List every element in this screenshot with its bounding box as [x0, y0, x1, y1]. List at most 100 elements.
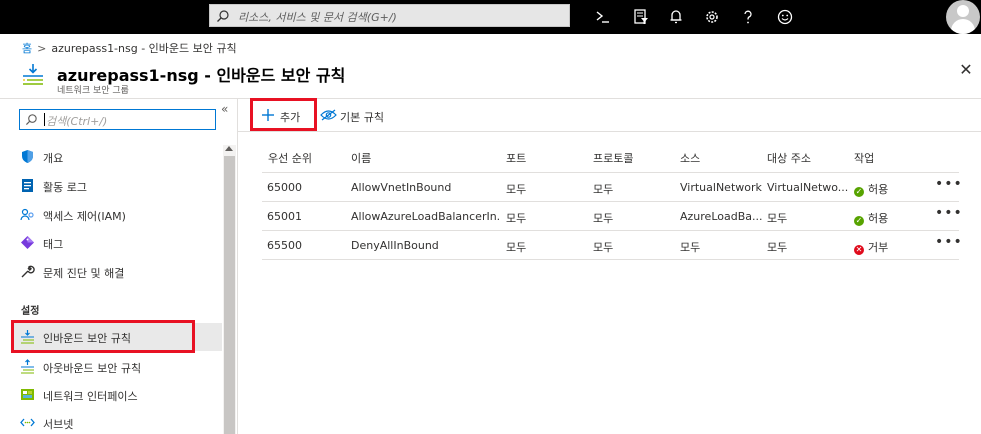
cell-port: 모두: [506, 241, 527, 254]
sidebar-section-settings: 설정: [21, 306, 40, 317]
table-row[interactable]: 65500 DenyAllInBound 모두 모두 모두 모두 ✕ 거부 •••: [262, 231, 962, 260]
breadcrumb-home[interactable]: 홈: [22, 42, 32, 55]
sidebar-item-tags[interactable]: 태그: [12, 229, 222, 257]
close-icon[interactable]: ✕: [958, 62, 974, 78]
text-caret: [44, 113, 45, 126]
search-icon: [25, 114, 37, 126]
network-interface-icon: [21, 389, 34, 400]
cell-priority: 65500: [267, 239, 302, 252]
table-row[interactable]: 65001 AllowAzureLoadBalancerIn... 모두 모두 …: [262, 202, 962, 231]
column-header-priority[interactable]: 우선 순위: [268, 150, 312, 166]
check-icon: ✓: [854, 216, 864, 226]
sidebar-search-input[interactable]: 검색(Ctrl+/): [19, 109, 216, 130]
notifications-icon[interactable]: [666, 7, 686, 27]
cell-priority: 65000: [267, 181, 302, 194]
cell-protocol: 모두: [593, 183, 614, 196]
cell-destination: VirtualNetwo...: [767, 181, 849, 194]
sidebar-item-activity-log[interactable]: 활동 로그: [12, 172, 222, 200]
settings-icon[interactable]: [702, 7, 722, 27]
hide-icon: [320, 109, 337, 121]
cell-destination: 모두: [767, 241, 788, 254]
sidebar-item-label: 네트워크 인터페이스: [43, 390, 138, 403]
cell-priority: 65001: [267, 210, 302, 223]
breadcrumb-current: azurepass1-nsg - 인바운드 보안 규칙: [51, 42, 237, 55]
sidebar-item-overview[interactable]: 개요: [12, 143, 222, 171]
avatar-head: [957, 5, 969, 17]
action-label: 거부: [868, 241, 889, 254]
shield-icon: [22, 150, 33, 163]
column-header-destination[interactable]: 대상 주소: [767, 150, 811, 166]
sidebar-item-label: 개요: [43, 152, 64, 165]
highlight-box-add: [250, 98, 317, 131]
sidebar-item-diagnose[interactable]: 문제 진단 및 해결: [12, 258, 222, 286]
column-header-protocol[interactable]: 프로토콜: [593, 150, 633, 166]
cell-action: ✓ 허용: [854, 210, 888, 226]
sidebar-item-label: 액세스 제어(IAM): [43, 210, 126, 223]
sidebar-item-network-interfaces[interactable]: 네트워크 인터페이스: [12, 381, 222, 409]
cell-action: ✕ 거부: [854, 239, 888, 255]
activity-log-icon: [22, 179, 33, 192]
top-bar: 리소스, 서비스 및 문서 검색(G+/): [0, 0, 981, 34]
sidebar-item-iam[interactable]: 액세스 제어(IAM): [12, 201, 222, 229]
sidebar-scrollbar-thumb[interactable]: [224, 156, 235, 434]
column-header-port[interactable]: 포트: [506, 150, 526, 166]
wrench-icon: [21, 265, 35, 278]
global-search-input[interactable]: 리소스, 서비스 및 문서 검색(G+/): [209, 4, 570, 27]
feedback-icon[interactable]: [775, 7, 795, 27]
cell-port: 모두: [506, 183, 527, 196]
more-options-button[interactable]: •••: [935, 205, 963, 221]
scroll-up-icon[interactable]: [225, 146, 233, 151]
column-header-source[interactable]: 소스: [680, 150, 700, 166]
default-rules-button[interactable]: 기본 규칙: [320, 101, 400, 129]
header-divider: [0, 98, 981, 99]
sidebar-divider: [237, 99, 238, 434]
iam-icon: [20, 208, 34, 221]
check-icon: ✓: [854, 187, 864, 197]
cell-name: AllowAzureLoadBalancerIn...: [351, 210, 501, 223]
sidebar-item-label: 아웃바운드 보안 규칙: [43, 362, 142, 375]
cell-source: VirtualNetwork: [680, 181, 762, 194]
sidebar-search-placeholder: 검색(Ctrl+/): [46, 115, 108, 128]
cell-action: ✓ 허용: [854, 181, 888, 197]
cell-protocol: 모두: [593, 212, 614, 225]
highlight-box-inbound-rules: [11, 320, 195, 353]
directory-filter-icon[interactable]: [631, 7, 651, 27]
more-options-button[interactable]: •••: [935, 234, 963, 250]
sidebar-item-subnets[interactable]: 서브넷: [12, 409, 222, 434]
cloud-shell-icon[interactable]: [593, 7, 613, 27]
inbound-rules-icon: [23, 64, 43, 85]
breadcrumb: 홈 > azurepass1-nsg - 인바운드 보안 규칙: [22, 40, 237, 56]
column-header-name[interactable]: 이름: [351, 150, 371, 166]
subnet-icon: [20, 418, 35, 427]
outbound-rules-icon: [21, 359, 34, 374]
sidebar-item-outbound-rules[interactable]: 아웃바운드 보안 규칙: [12, 353, 222, 381]
more-options-button[interactable]: •••: [935, 176, 963, 192]
page-subtitle: 네트워크 보안 그룹: [57, 86, 129, 96]
cell-destination: 모두: [767, 212, 788, 225]
cell-source: 모두: [680, 241, 701, 254]
sidebar-item-label: 서브넷: [43, 418, 74, 431]
toolbar-divider: [238, 131, 981, 132]
search-icon: [217, 10, 229, 22]
table-row[interactable]: 65000 AllowVnetInBound 모두 모두 VirtualNetw…: [262, 173, 962, 202]
search-placeholder: 리소스, 서비스 및 문서 검색(G+/): [238, 11, 397, 24]
cell-protocol: 모두: [593, 241, 614, 254]
cell-port: 모두: [506, 212, 527, 225]
default-rules-label: 기본 규칙: [340, 111, 384, 124]
avatar[interactable]: [946, 0, 980, 34]
action-label: 허용: [868, 183, 889, 196]
sidebar-item-label: 태그: [43, 238, 64, 251]
sidebar-item-label: 활동 로그: [43, 181, 87, 194]
cell-name: AllowVnetInBound: [351, 181, 452, 194]
cell-source: AzureLoadBa...: [680, 210, 763, 223]
sidebar-item-label: 문제 진단 및 해결: [43, 267, 125, 280]
collapse-sidebar-icon[interactable]: «: [221, 102, 228, 116]
deny-icon: ✕: [854, 245, 864, 255]
help-icon[interactable]: [738, 7, 758, 27]
breadcrumb-separator: >: [37, 42, 47, 55]
action-label: 허용: [868, 212, 889, 225]
avatar-body: [951, 19, 975, 34]
cell-name: DenyAllInBound: [351, 239, 439, 252]
tag-icon: [21, 236, 34, 249]
column-header-action[interactable]: 작업: [854, 150, 874, 166]
